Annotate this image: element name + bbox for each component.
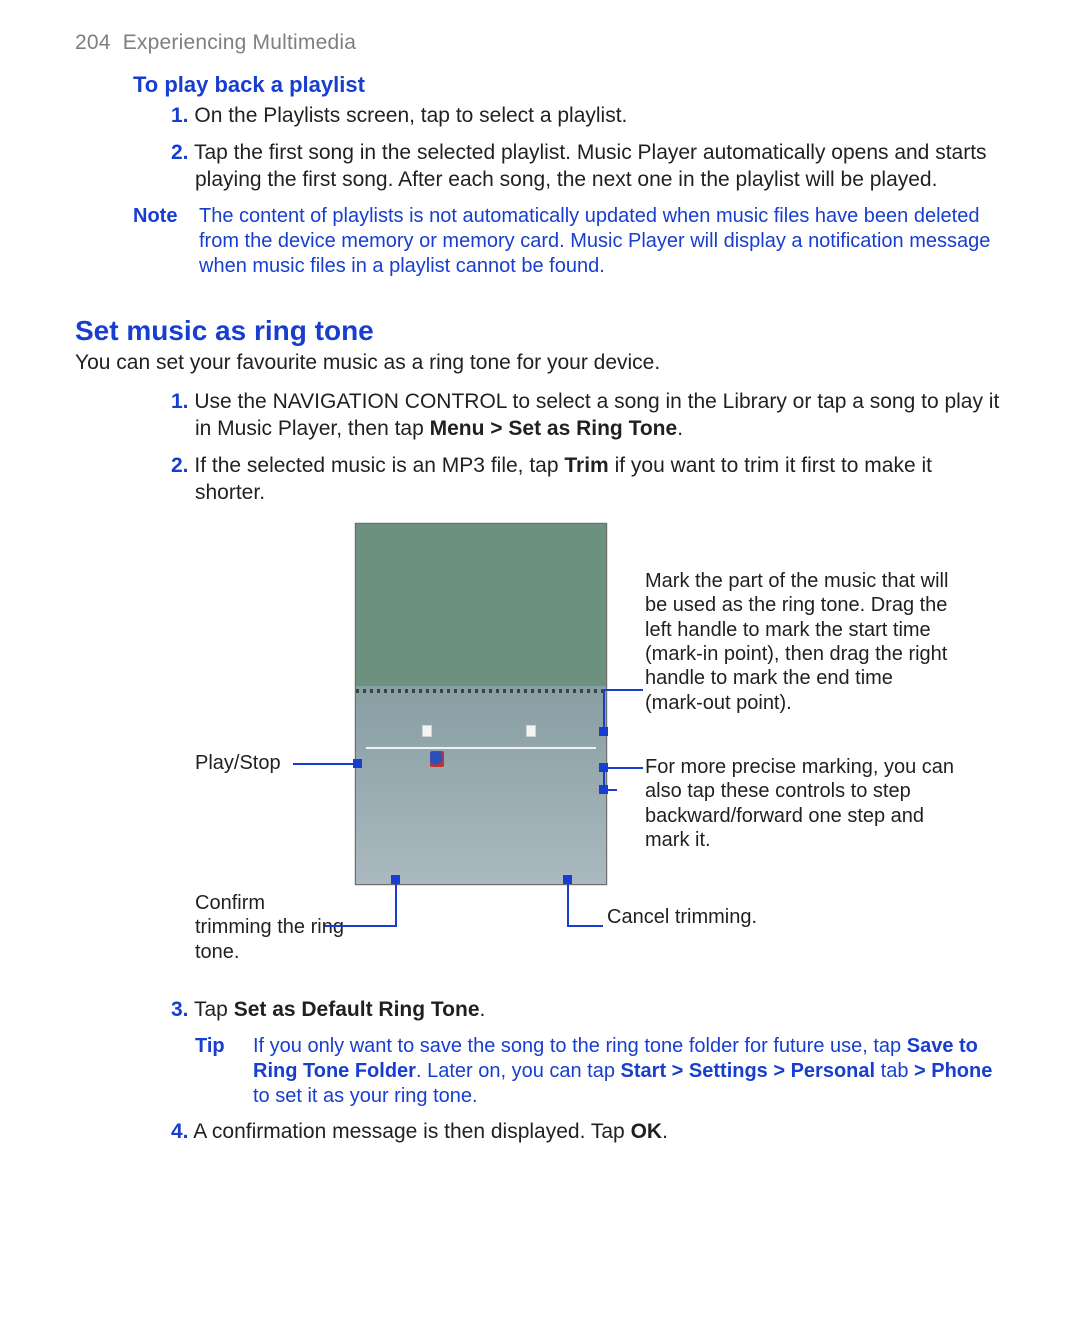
mark-in-handle-icon [422, 725, 432, 737]
leader-line [603, 689, 643, 691]
leader-anchor [391, 875, 400, 884]
note-block: Note The content of playlists is not aut… [133, 204, 1005, 279]
leader-line [603, 689, 605, 729]
play-cursor-icon [430, 751, 444, 767]
running-header: 204 Experiencing Multimedia [75, 30, 1005, 57]
note-label: Note [133, 204, 199, 230]
leader-line [567, 881, 569, 927]
step-number: 1. [171, 390, 189, 413]
callout-cancel: Cancel trimming. [607, 905, 777, 929]
step-text-b: OK [631, 1120, 663, 1143]
tip-text: Start > Settings > Personal [621, 1060, 876, 1082]
step-2-4: 4. A confirmation message is then displa… [195, 1119, 1005, 1146]
step-text: Tap the first song in the selected playl… [194, 141, 987, 191]
callout-confirm: Confirm trimming the ring tone. [195, 891, 345, 964]
leader-line [293, 763, 357, 765]
trim-diagram: Play/Stop Confirm trimming the ring tone… [195, 523, 955, 983]
mark-out-handle-icon [526, 725, 536, 737]
heading-play-back-playlist: To play back a playlist [133, 71, 1005, 99]
leader-anchor [563, 875, 572, 884]
step-2-3: 3. Tap Set as Default Ring Tone. [195, 997, 1005, 1024]
step-number: 2. [171, 141, 189, 164]
tip-text: to set it as your ring tone. [253, 1085, 478, 1107]
tip-block: Tip If you only want to save the song to… [195, 1034, 1005, 1109]
tip-text: > Phone [914, 1060, 992, 1082]
tip-body: If you only want to save the song to the… [253, 1034, 1005, 1109]
leader-line [603, 767, 643, 769]
section-intro: You can set your favourite music as a ri… [75, 350, 1005, 377]
step-text: On the Playlists screen, tap to select a… [194, 104, 627, 127]
leader-anchor [599, 763, 608, 772]
waveform-line [366, 747, 596, 749]
leader-line [325, 925, 397, 927]
leader-line [395, 881, 397, 927]
step-number: 2. [171, 454, 189, 477]
step-text-c: . [662, 1120, 668, 1143]
leader-anchor [353, 759, 362, 768]
leader-line [567, 925, 603, 927]
step-text-a: A confirmation message is then displayed… [193, 1120, 630, 1143]
callout-playstop: Play/Stop [195, 751, 305, 775]
note-body: The content of playlists is not automati… [199, 204, 1005, 279]
tip-text: . Later on, you can tap [416, 1060, 621, 1082]
step-text-c: . [677, 417, 683, 440]
device-screenshot [355, 523, 607, 885]
step-text-a: Tap [194, 998, 234, 1021]
callout-mark: Mark the part of the music that will be … [645, 569, 955, 715]
leader-anchor [599, 727, 608, 736]
step-text-b: Menu > Set as Ring Tone [430, 417, 678, 440]
step-text-a: If the selected music is an MP3 file, ta… [194, 454, 564, 477]
step-text-c: . [480, 998, 486, 1021]
step-number: 3. [171, 998, 189, 1021]
step-text-b: Set as Default Ring Tone [234, 998, 480, 1021]
step-1-2: 2. Tap the first song in the selected pl… [195, 140, 1005, 194]
chapter-title: Experiencing Multimedia [123, 31, 356, 54]
step-text-b: Trim [564, 454, 608, 477]
waveform-ticks [356, 689, 606, 693]
heading-set-music-ring-tone: Set music as ring tone [75, 313, 1005, 349]
step-number: 4. [171, 1120, 189, 1143]
leader-anchor [599, 785, 608, 794]
step-2-2: 2. If the selected music is an MP3 file,… [195, 453, 1005, 507]
tip-text: If you only want to save the song to the… [253, 1035, 907, 1057]
tip-label: Tip [195, 1034, 253, 1060]
callout-precise: For more precise marking, you can also t… [645, 755, 955, 853]
step-1-1: 1. On the Playlists screen, tap to selec… [195, 103, 1005, 130]
step-number: 1. [171, 104, 189, 127]
tip-text: tab [875, 1060, 914, 1082]
step-2-1: 1. Use the NAVIGATION CONTROL to select … [195, 389, 1005, 443]
page-number: 204 [75, 31, 111, 54]
